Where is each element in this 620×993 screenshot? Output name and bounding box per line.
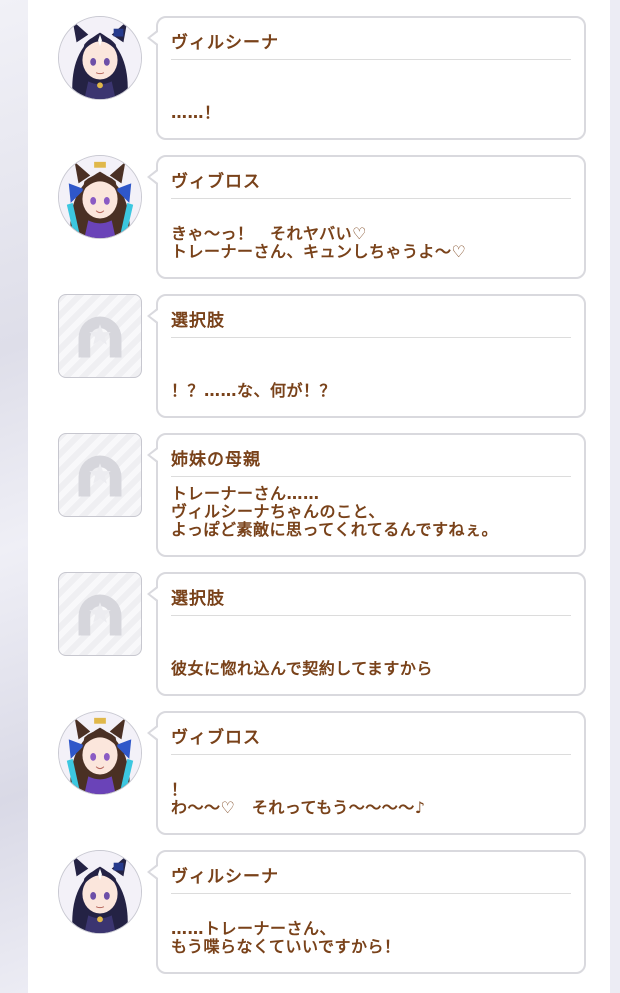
bubble-tail	[147, 725, 158, 741]
divider	[171, 893, 571, 894]
vilsena-portrait-icon	[58, 850, 142, 934]
divider	[171, 198, 571, 199]
message-text: ！ わ～～♡ それってもう～～～～♪	[171, 780, 426, 817]
message-bubble: ヴィブロス きゃ～っ！ それヤバい♡ トレーナーさん、キュンしちゃうよ～♡	[147, 155, 586, 279]
dialogue-entry: 選択肢 彼女に惚れ込んで契約してますから	[28, 572, 610, 698]
dialogue-entry: 姉妹の母親 トレーナーさん…… ヴィルシーナちゃんのこと、 よっぽど素敵に思って…	[28, 433, 610, 559]
divider	[171, 754, 571, 755]
speaker-name: ヴィルシーナ	[171, 867, 279, 887]
bubble-tail	[147, 169, 158, 185]
speaker-name: ヴィブロス	[171, 728, 261, 748]
vivlos-portrait-icon	[58, 711, 142, 795]
dialogue-log-panel[interactable]: ヴィルシーナ ……！ ヴィブロス きゃ～っ！ それヤバい♡ トレーナーさん、キュ…	[28, 0, 610, 993]
message-bubble: ヴィブロス ！ わ～～♡ それってもう～～～～♪	[147, 711, 586, 835]
divider	[171, 615, 571, 616]
vivlos-portrait-icon	[58, 155, 142, 239]
message-bubble: 選択肢 ！？……な、何が！？	[147, 294, 586, 418]
dialogue-entry: ヴィブロス ！ わ～～♡ それってもう～～～～♪	[28, 711, 610, 837]
bubble-tail	[147, 30, 158, 46]
message-bubble: ヴィルシーナ ……！	[147, 16, 586, 140]
speaker-name: ヴィブロス	[171, 172, 261, 192]
bubble-tail	[147, 447, 158, 463]
speaker-name: 選択肢	[171, 311, 225, 331]
dialogue-entry: ヴィブロス きゃ～っ！ それヤバい♡ トレーナーさん、キュンしちゃうよ～♡	[28, 155, 610, 281]
horseshoe-placeholder-icon	[58, 294, 142, 378]
dialogue-entry: 選択肢 ！？……な、何が！？	[28, 294, 610, 420]
message-text: ……トレーナーさん、 もう喋らなくていいですから！	[171, 919, 401, 956]
message-text: ！？……な、何が！？	[171, 381, 337, 400]
background-right	[610, 0, 620, 993]
message-text: きゃ～っ！ それヤバい♡ トレーナーさん、キュンしちゃうよ～♡	[171, 224, 467, 261]
message-bubble: 選択肢 彼女に惚れ込んで契約してますから	[147, 572, 586, 696]
speaker-name: ヴィルシーナ	[171, 33, 279, 53]
divider	[171, 337, 571, 338]
bubble-tail	[147, 308, 158, 324]
speaker-name: 選択肢	[171, 589, 225, 609]
message-text: トレーナーさん…… ヴィルシーナちゃんのこと、 よっぽど素敵に思ってくれてるんで…	[171, 484, 498, 539]
bubble-tail	[147, 864, 158, 880]
divider	[171, 476, 571, 477]
dialogue-entry: ヴィルシーナ ……！	[28, 16, 610, 142]
background-left	[0, 0, 28, 993]
speaker-name: 姉妹の母親	[171, 450, 261, 470]
vilsena-portrait-icon	[58, 16, 142, 100]
message-bubble: 姉妹の母親 トレーナーさん…… ヴィルシーナちゃんのこと、 よっぽど素敵に思って…	[147, 433, 586, 557]
horseshoe-placeholder-icon	[58, 433, 142, 517]
divider	[171, 59, 571, 60]
bubble-tail	[147, 586, 158, 602]
message-text: ……！	[171, 103, 221, 122]
message-bubble: ヴィルシーナ ……トレーナーさん、 もう喋らなくていいですから！	[147, 850, 586, 974]
message-text: 彼女に惚れ込んで契約してますから	[171, 659, 433, 678]
dialogue-entry: ヴィルシーナ ……トレーナーさん、 もう喋らなくていいですから！	[28, 850, 610, 976]
horseshoe-placeholder-icon	[58, 572, 142, 656]
